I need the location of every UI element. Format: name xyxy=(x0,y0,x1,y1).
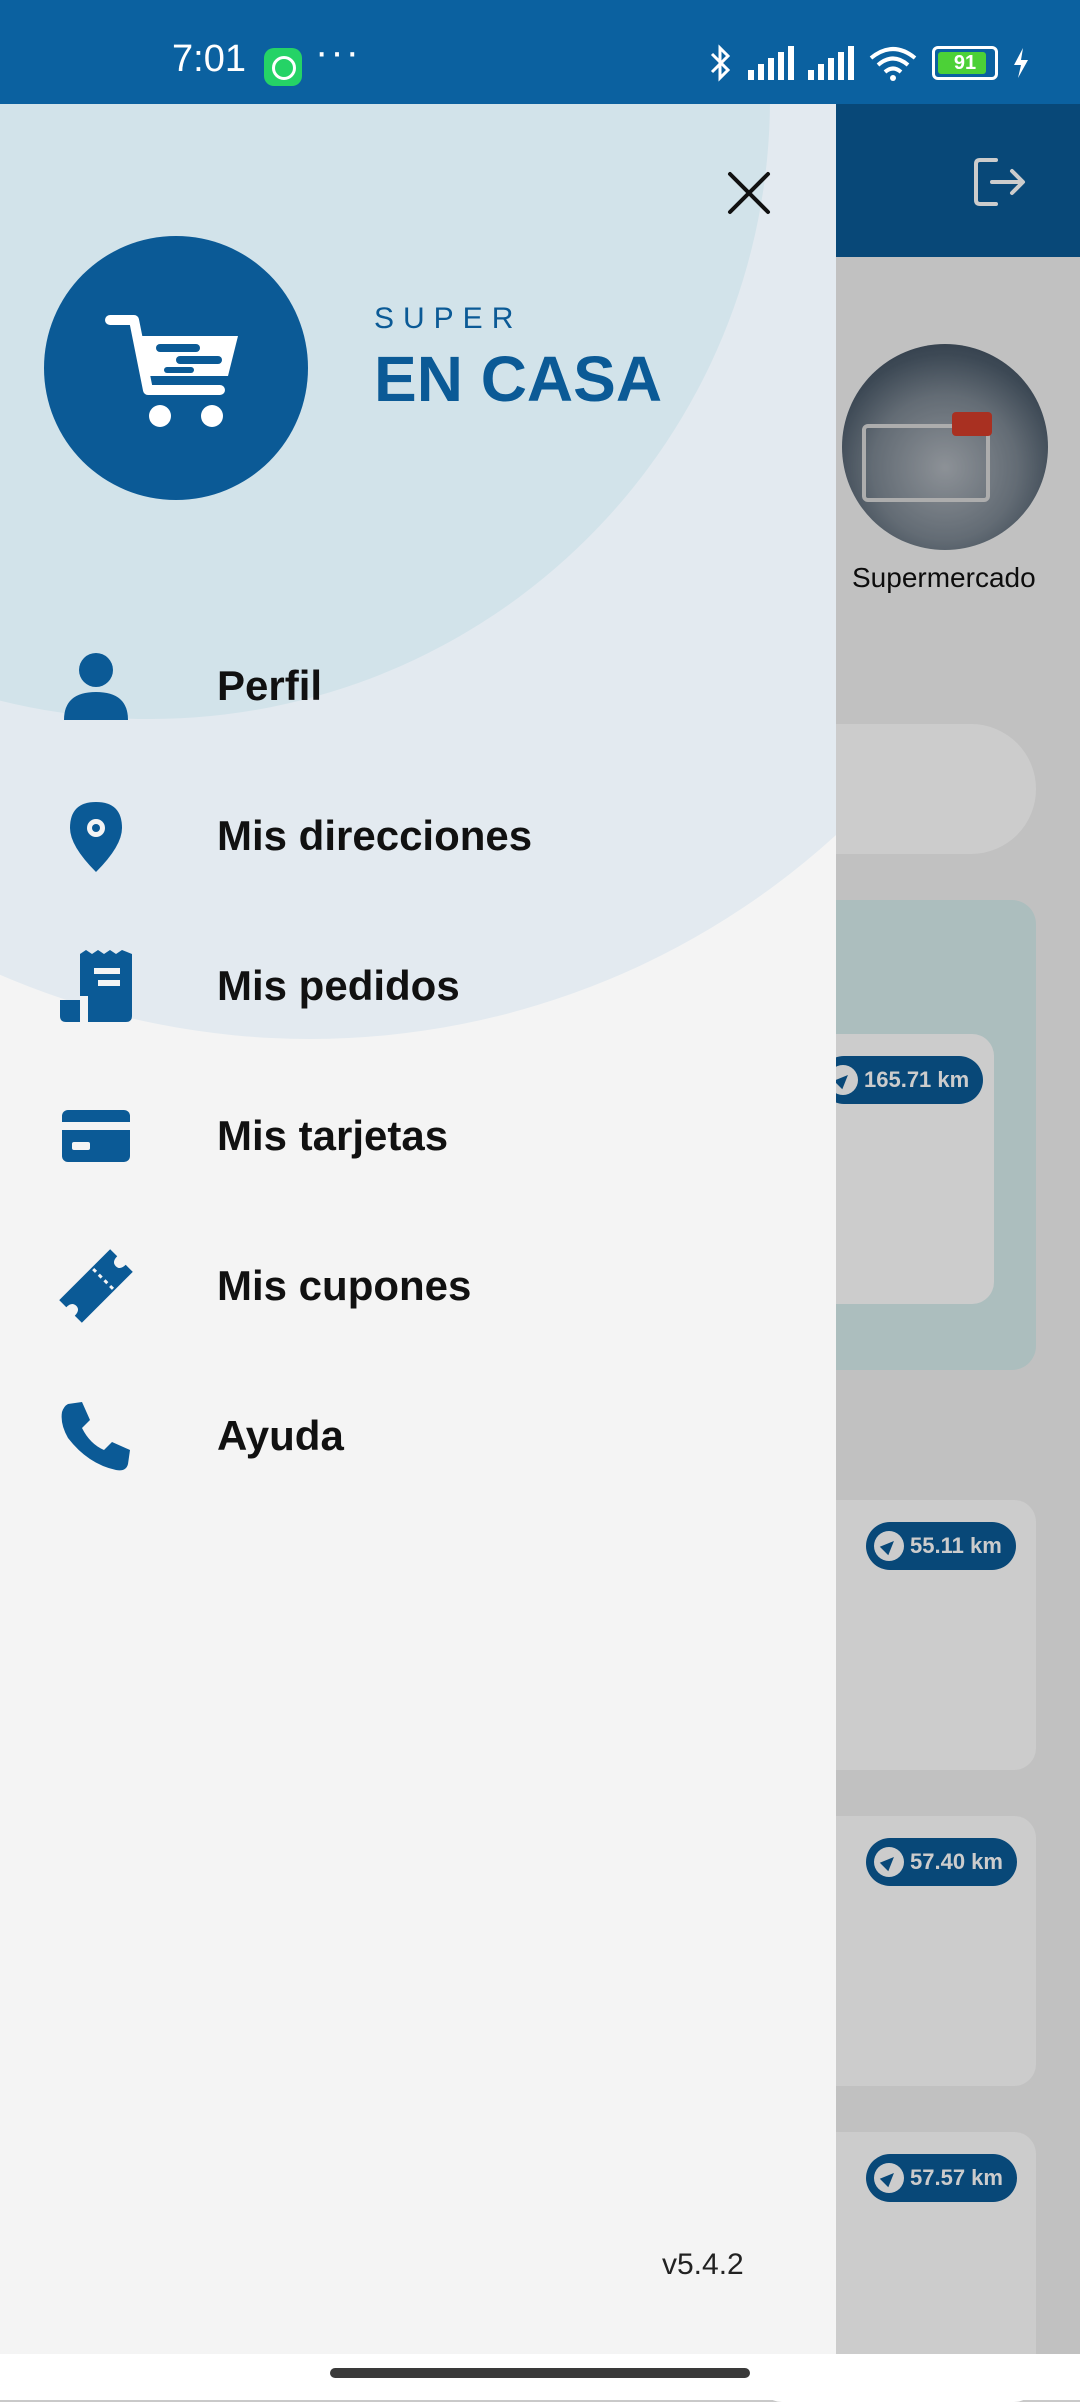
menu-item-label: Perfil xyxy=(217,662,323,709)
more-notifications-icon: ··· xyxy=(315,30,361,74)
shopping-cart-icon xyxy=(105,315,238,427)
home-gesture-bar[interactable] xyxy=(330,2368,750,2378)
status-indicators: 91 xyxy=(708,44,1030,82)
menu-item-mis-direcciones[interactable]: Mis direcciones xyxy=(0,774,836,894)
menu-item-label: Mis cupones xyxy=(217,1262,472,1309)
ticket-icon xyxy=(59,1249,133,1323)
person-icon xyxy=(64,653,128,720)
status-bar: 7:01 ··· 91 xyxy=(0,0,1080,104)
brand-logo xyxy=(44,236,308,500)
menu-item-mis-cupones[interactable]: Mis cupones xyxy=(0,1224,836,1344)
credit-card-icon xyxy=(62,1110,130,1162)
menu-item-perfil[interactable]: Perfil xyxy=(0,624,836,744)
battery-level: 91 xyxy=(953,51,977,74)
menu-item-label: Mis tarjetas xyxy=(217,1112,449,1159)
battery-icon: 91 xyxy=(932,46,998,80)
menu-item-label: Ayuda xyxy=(217,1412,344,1459)
receipt-icon xyxy=(60,950,132,1022)
navigation-drawer: SUPER EN CASA Perfil Mis direcciones Mis… xyxy=(0,104,836,2354)
wifi-icon xyxy=(869,47,917,81)
menu-item-label: Mis pedidos xyxy=(217,962,460,1009)
menu-item-mis-tarjetas[interactable]: Mis tarjetas xyxy=(0,1074,836,1194)
signal-icon-2 xyxy=(808,46,854,80)
signal-icon xyxy=(748,46,794,80)
bluetooth-icon xyxy=(710,44,731,82)
system-navigation-bar xyxy=(0,2354,1080,2400)
location-pin-icon xyxy=(70,802,122,872)
phone-icon xyxy=(61,1402,130,1471)
menu-item-mis-pedidos[interactable]: Mis pedidos xyxy=(0,924,836,1044)
menu-item-ayuda[interactable]: Ayuda xyxy=(0,1374,836,1494)
brand-name-en-casa: EN CASA xyxy=(374,343,663,415)
whatsapp-icon xyxy=(264,48,302,86)
status-time: 7:01 xyxy=(172,38,246,80)
menu-item-label: Mis direcciones xyxy=(217,812,533,859)
brand-name-super: SUPER xyxy=(374,302,523,335)
charging-icon xyxy=(1014,48,1028,78)
close-icon[interactable] xyxy=(726,170,772,216)
app-version: v5.4.2 xyxy=(662,2248,744,2281)
